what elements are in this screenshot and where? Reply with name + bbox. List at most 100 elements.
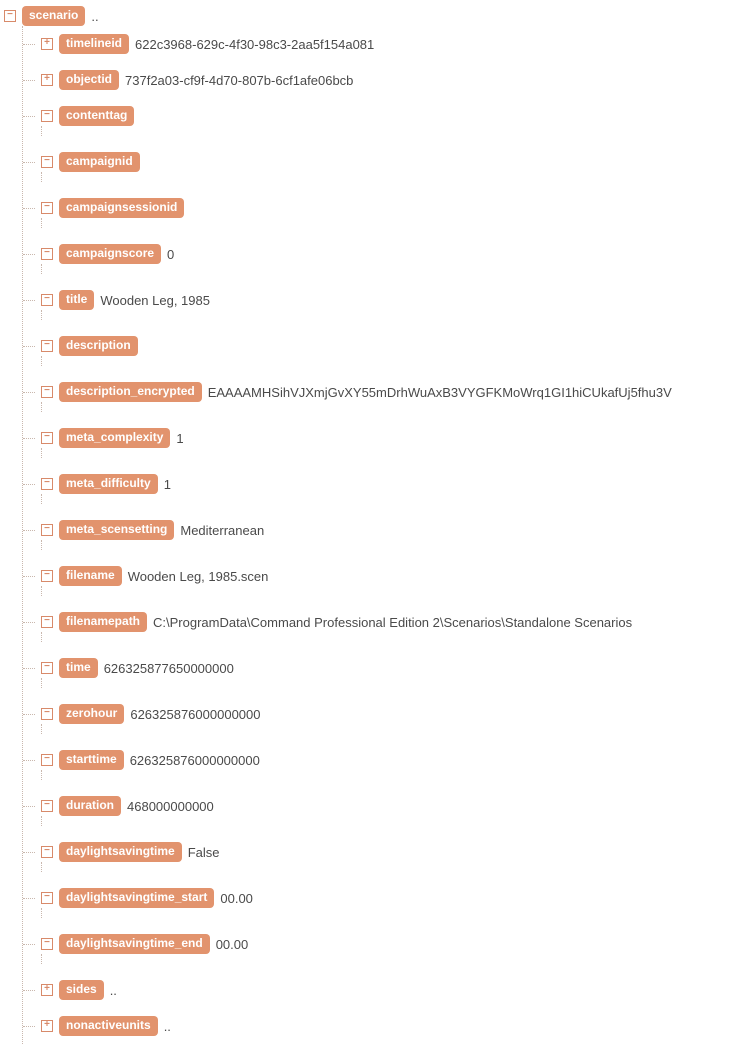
tree-node: campaignid: [23, 144, 748, 190]
tag-label: filename: [59, 566, 122, 585]
tree-row[interactable]: description_encryptedEAAAAMHSihVJXmjGvXY…: [23, 382, 748, 402]
collapse-icon[interactable]: [41, 570, 53, 582]
tree-connector: [41, 954, 748, 964]
node-value: False: [188, 846, 220, 859]
tree-node: description_encryptedEAAAAMHSihVJXmjGvXY…: [23, 374, 748, 420]
node-value: Wooden Leg, 1985: [100, 294, 210, 307]
tree-node: contenttag: [23, 98, 748, 144]
tree-node: campaignsessionid: [23, 190, 748, 236]
tree-row[interactable]: campaignscore0: [23, 244, 748, 264]
tag-label: scenario: [22, 6, 85, 25]
tree-row[interactable]: sides..: [23, 980, 748, 1000]
tree-row[interactable]: meta_scensettingMediterranean: [23, 520, 748, 540]
expand-icon[interactable]: [41, 1020, 53, 1032]
collapse-icon[interactable]: [41, 616, 53, 628]
collapse-icon[interactable]: [41, 110, 53, 122]
tree-connector: [41, 402, 748, 412]
tree-node: objectid737f2a03-cf9f-4d70-807b-6cf1afe0…: [23, 62, 748, 98]
node-value: 1: [164, 478, 171, 491]
tree-row[interactable]: filenamepathC:\ProgramData\Command Profe…: [23, 612, 748, 632]
tree-connector: [41, 494, 748, 504]
tree-node: zerohour626325876000000000: [23, 696, 748, 742]
tag-label: campaignscore: [59, 244, 161, 263]
tag-label: duration: [59, 796, 121, 815]
tree-row[interactable]: starttime 626325876000000000: [23, 750, 748, 770]
collapse-icon[interactable]: [41, 478, 53, 490]
tree-row[interactable]: objectid737f2a03-cf9f-4d70-807b-6cf1afe0…: [23, 70, 748, 90]
tree-row[interactable]: campaignsessionid: [23, 198, 748, 218]
tree-node: meta_difficulty1: [23, 466, 748, 512]
tree-node: nonactiveunits..: [23, 1008, 748, 1044]
collapse-icon[interactable]: [41, 202, 53, 214]
toggle-icon[interactable]: [4, 10, 16, 22]
tree-connector: [41, 448, 748, 458]
tree-row[interactable]: time 626325877650000000: [23, 658, 748, 678]
node-value: 622c3968-629c-4f30-98c3-2aa5f154a081: [135, 38, 374, 51]
expand-icon[interactable]: [41, 38, 53, 50]
tree-row[interactable]: campaignid: [23, 152, 748, 172]
tree-connector: [41, 586, 748, 596]
tree-row[interactable]: titleWooden Leg, 1985: [23, 290, 748, 310]
collapse-icon[interactable]: [41, 524, 53, 536]
collapse-icon[interactable]: [41, 340, 53, 352]
tree-node: campaignscore0: [23, 236, 748, 282]
tree-node: meta_scensettingMediterranean: [23, 512, 748, 558]
collapse-icon[interactable]: [41, 708, 53, 720]
tree-row[interactable]: filename Wooden Leg, 1985.scen: [23, 566, 748, 586]
collapse-icon[interactable]: [41, 938, 53, 950]
collapse-icon[interactable]: [41, 294, 53, 306]
collapse-icon[interactable]: [41, 662, 53, 674]
tree-row[interactable]: timelineid 622c3968-629c-4f30-98c3-2aa5f1…: [23, 34, 748, 54]
tree-node: duration468000000000: [23, 788, 748, 834]
collapse-icon[interactable]: [41, 754, 53, 766]
node-value: ..: [91, 10, 98, 23]
tree-node: daylightsavingtimeFalse: [23, 834, 748, 880]
tag-label: starttime: [59, 750, 124, 769]
collapse-icon[interactable]: [41, 892, 53, 904]
node-value: 626325877650000000: [104, 662, 234, 675]
tree-row[interactable]: daylightsavingtimeFalse: [23, 842, 748, 862]
expand-icon[interactable]: [41, 984, 53, 996]
xml-tree: scenario .. timelineid 622c3968-629c-4f30…: [0, 0, 748, 1050]
tree-node: daylightsavingtime_end00.00: [23, 926, 748, 972]
tree-row[interactable]: daylightsavingtime_end00.00: [23, 934, 748, 954]
tag-label: sides: [59, 980, 104, 999]
tree-node: timelineid 622c3968-629c-4f30-98c3-2aa5f1…: [23, 26, 748, 62]
tree-row[interactable]: nonactiveunits..: [23, 1016, 748, 1036]
collapse-icon[interactable]: [41, 432, 53, 444]
tag-label: campaignid: [59, 152, 140, 171]
tree-connector: [41, 724, 748, 734]
collapse-icon[interactable]: [41, 386, 53, 398]
tree-connector: [41, 356, 748, 366]
expand-icon[interactable]: [41, 74, 53, 86]
node-value: 626325876000000000: [130, 754, 260, 767]
tag-label: time: [59, 658, 98, 677]
tree-connector: [41, 264, 748, 274]
node-value: ..: [164, 1020, 171, 1033]
tag-label: filenamepath: [59, 612, 147, 631]
tree-node: sides..: [23, 972, 748, 1008]
tree-row[interactable]: meta_complexity1: [23, 428, 748, 448]
collapse-icon[interactable]: [41, 156, 53, 168]
node-value: 1: [176, 432, 183, 445]
collapse-icon[interactable]: [41, 846, 53, 858]
node-value: Wooden Leg, 1985.scen: [128, 570, 269, 583]
tree-node: starttime 626325876000000000: [23, 742, 748, 788]
collapse-icon[interactable]: [41, 800, 53, 812]
tree-node: meta_complexity1: [23, 420, 748, 466]
tree-row[interactable]: duration468000000000: [23, 796, 748, 816]
tree-row[interactable]: zerohour626325876000000000: [23, 704, 748, 724]
tree-node: description: [23, 328, 748, 374]
collapse-icon[interactable]: [41, 248, 53, 260]
tree-connector: [41, 126, 748, 136]
tag-label: timelineid: [59, 34, 129, 53]
tree-connector: [41, 908, 748, 918]
tree-row[interactable]: description: [23, 336, 748, 356]
tree-connector: [41, 770, 748, 780]
tree-row[interactable]: daylightsavingtime_start00.00: [23, 888, 748, 908]
tree-connector: [41, 862, 748, 872]
tree-row[interactable]: scenario ..: [4, 6, 748, 26]
tree-row[interactable]: contenttag: [23, 106, 748, 126]
node-value: EAAAAMHSihVJXmjGvXY55mDrhWuAxB3VYGFKMoWr…: [208, 386, 672, 399]
tree-row[interactable]: meta_difficulty1: [23, 474, 748, 494]
